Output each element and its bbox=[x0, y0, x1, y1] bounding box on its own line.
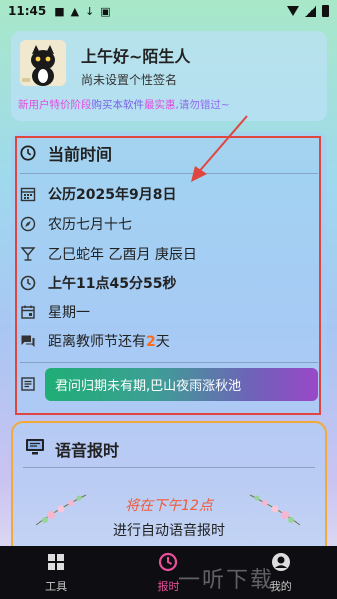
avatar[interactable] bbox=[20, 40, 66, 86]
nav-label-tools: 工具 bbox=[45, 579, 68, 593]
status-time: 11:45 bbox=[8, 4, 47, 18]
divider bbox=[20, 173, 318, 174]
holiday-suffix: 天 bbox=[155, 334, 170, 350]
voice-announce-card[interactable]: 语音报时 将在下午12点 进行自动语音报时 bbox=[11, 421, 327, 561]
time-card-header: 当前时间 bbox=[20, 142, 112, 164]
gregorian-date: 2025年9月8日 bbox=[76, 187, 177, 203]
holiday-days: 2 bbox=[146, 334, 156, 350]
monitor-icon bbox=[25, 438, 45, 460]
poem-row bbox=[20, 373, 48, 395]
wifi-icon bbox=[287, 6, 299, 16]
lunar-date-row: 农历七月十七 bbox=[20, 213, 132, 235]
nav-label-announce: 报时 bbox=[157, 579, 180, 593]
profile-card[interactable]: 上午好~陌生人 尚未设置个性签名 新用户特价阶段购买本软件最实惠,请勿错过~ bbox=[11, 31, 327, 121]
calendar-icon bbox=[20, 186, 36, 202]
nav-label-profile: 我的 bbox=[269, 579, 292, 593]
bottom-nav: 工具 报时 我的 bbox=[0, 546, 337, 599]
a-icon: ▣ bbox=[100, 4, 111, 18]
divider bbox=[20, 362, 318, 363]
promo-part2: 购买本软件 bbox=[91, 99, 145, 111]
message-icon: ■ bbox=[54, 4, 65, 18]
weekday-row: 星期一 bbox=[20, 301, 90, 323]
status-bar: 11:45 ■ ▲ ↓ ▣ bbox=[0, 0, 337, 22]
compass-icon bbox=[20, 216, 36, 232]
auto-announce-text: 进行自动语音报时 bbox=[113, 523, 225, 539]
nav-item-profile[interactable]: 我的 bbox=[225, 546, 337, 599]
promo-part1: 新用户特价阶段 bbox=[18, 99, 92, 111]
signature-text[interactable]: 尚未设置个性签名 bbox=[81, 71, 177, 88]
weekday-text: 星期一 bbox=[48, 305, 90, 321]
lunar-date: 农历七月十七 bbox=[48, 217, 132, 233]
time-icon bbox=[20, 275, 36, 291]
annotation-arrow bbox=[191, 115, 248, 182]
nav-item-announce[interactable]: 报时 bbox=[112, 546, 224, 599]
clock-icon bbox=[20, 145, 36, 161]
promo-part3: 最实惠 bbox=[144, 99, 176, 111]
article-icon bbox=[20, 376, 36, 392]
tools-icon bbox=[46, 552, 66, 576]
calendar-day-icon bbox=[20, 304, 36, 320]
greeting-text: 上午好~陌生人 bbox=[81, 47, 191, 66]
gregorian-prefix: 公历 bbox=[48, 187, 76, 203]
download-icon: ↓ bbox=[85, 4, 95, 18]
time-card-title: 当前时间 bbox=[48, 145, 113, 164]
cocktail-icon bbox=[20, 246, 36, 262]
gregorian-date-row: 公历2025年9月8日 bbox=[20, 183, 176, 205]
holiday-prefix: 距离教师节还有 bbox=[48, 334, 146, 350]
clock-text: 上午11点45分55秒 bbox=[48, 276, 177, 292]
divider bbox=[23, 467, 315, 468]
poem-banner[interactable]: 君问归期未有期,巴山夜雨涨秋池 bbox=[45, 368, 318, 401]
clock-icon bbox=[158, 552, 178, 576]
chat-icon bbox=[20, 333, 36, 349]
cat-icon: ▲ bbox=[70, 4, 80, 18]
profile-icon bbox=[271, 552, 291, 576]
battery-icon bbox=[322, 5, 329, 17]
clock-row: 上午11点45分55秒 bbox=[20, 272, 176, 294]
signal-icon bbox=[305, 5, 316, 17]
voice-card-title: 语音报时 bbox=[55, 441, 120, 460]
ganzhi-row: 乙巳蛇年 乙酉月 庚辰日 bbox=[20, 243, 197, 265]
holiday-row: 距离教师节还有2天 bbox=[20, 330, 170, 352]
nav-item-tools[interactable]: 工具 bbox=[0, 546, 112, 599]
schedule-text: 将在下午12点 bbox=[125, 498, 213, 514]
ganzhi-text: 乙巳蛇年 乙酉月 庚辰日 bbox=[48, 247, 197, 263]
